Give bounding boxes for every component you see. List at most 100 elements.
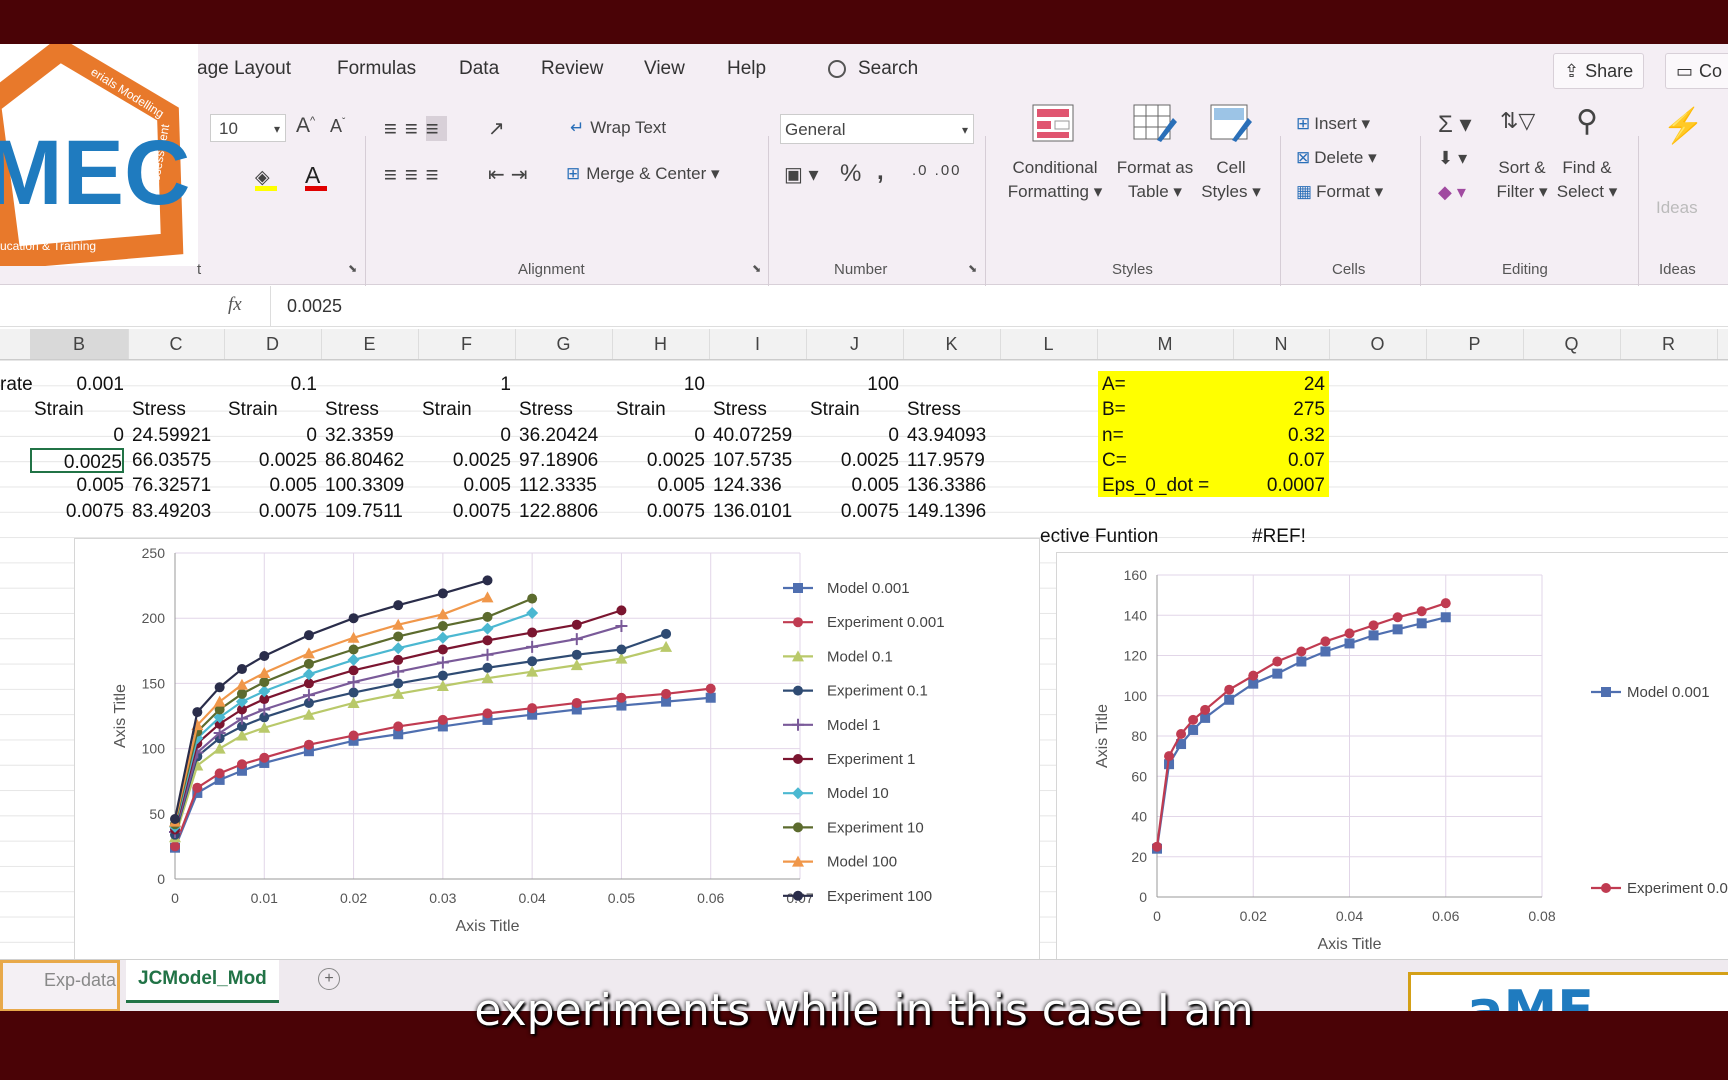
column-header-n[interactable]: N [1233,329,1330,359]
column-header-g[interactable]: G [515,329,613,359]
comments-button[interactable]: ▭ Co [1665,53,1728,89]
decimal-icons[interactable]: .0 .00 [912,162,962,179]
strain-cell[interactable]: 0.0075 [30,499,124,524]
column-heading[interactable]: Strain [228,397,325,422]
horizontal-align-icons[interactable]: ≡≡≡ [384,162,447,188]
column-heading[interactable]: Stress [325,397,422,422]
stress-cell[interactable]: 24.59921 [132,423,224,448]
fill-color-icon[interactable]: ◈ [255,166,277,191]
column-heading[interactable]: Stress [907,397,1004,422]
chart-rate-0001[interactable]: 0 20 40 60 80 100 120 140 160 0 0.02 0.04 0.06 0.08 Ax… [1056,552,1728,988]
strain-cell[interactable]: 0.0075 [806,499,899,524]
column-header-h[interactable]: H [612,329,710,359]
font-color-icon[interactable]: A [305,162,327,191]
formula-input[interactable]: 0.0025 [270,286,1728,326]
clear-icon[interactable]: ◆ ▾ [1438,182,1466,203]
stress-cell[interactable]: 76.32571 [132,473,224,498]
column-header-b[interactable]: B [30,329,129,359]
param-value[interactable]: 0.0007 [1233,473,1325,498]
dialog-launcher-icon[interactable]: ⬊ [348,262,357,275]
indent-icons[interactable]: ⇤⇥ [488,162,534,187]
column-header-p[interactable]: P [1426,329,1524,359]
strain-cell[interactable]: 0.0025 [612,448,705,473]
accounting-format-icon[interactable]: ▣ ▾ [784,162,819,187]
column-header-o[interactable]: O [1329,329,1427,359]
param-label[interactable]: Eps_0_dot = [1102,473,1232,498]
objective-value[interactable]: #REF! [1252,524,1342,549]
sort-filter-button[interactable]: Sort & Filter ▾ [1494,156,1550,204]
column-header-c[interactable]: C [128,329,225,359]
format-as-table-button[interactable]: Format as Table ▾ [1112,156,1198,204]
strain-cell[interactable]: 0 [612,423,705,448]
param-label[interactable]: n= [1102,423,1232,448]
rate-value[interactable]: 0.001 [30,372,124,397]
rate-value[interactable]: 1 [418,372,511,397]
column-header-r[interactable]: R [1620,329,1718,359]
column-heading[interactable]: Stress [713,397,810,422]
stress-cell[interactable]: 122.8806 [519,499,612,524]
strain-cell[interactable]: 0.0025 [224,448,317,473]
rate-value[interactable]: 0.1 [224,372,317,397]
strain-cell[interactable]: 0.0075 [224,499,317,524]
tab-data[interactable]: Data [459,58,499,80]
stress-cell[interactable]: 136.3386 [907,473,1000,498]
rate-value[interactable]: 100 [806,372,899,397]
search-box[interactable]: Search [828,58,918,80]
tab-help[interactable]: Help [727,58,766,80]
stress-cell[interactable]: 32.3359 [325,423,418,448]
strain-cell[interactable]: 0.0025 [418,448,511,473]
stress-cell[interactable]: 117.9579 [907,448,1000,473]
strain-cell[interactable]: 0.005 [806,473,899,498]
merge-center-button[interactable]: ⊞ Merge & Center ▾ [566,164,720,184]
column-heading[interactable]: Stress [519,397,616,422]
strain-cell[interactable]: 0 [30,423,124,448]
param-value[interactable]: 24 [1233,372,1325,397]
tab-page-layout[interactable]: age Layout [197,58,291,80]
delete-cells-button[interactable]: ⊠ Delete ▾ [1296,148,1377,168]
dialog-launcher-icon[interactable]: ⬊ [968,262,977,275]
column-heading[interactable]: Strain [34,397,132,422]
column-header-e[interactable]: E [321,329,419,359]
orientation-icon[interactable]: ↗ [488,116,505,141]
stress-cell[interactable]: 97.18906 [519,448,612,473]
stress-cell[interactable]: 86.80462 [325,448,418,473]
fill-icon[interactable]: ⬇ ▾ [1438,148,1467,169]
insert-cells-button[interactable]: ⊞ Insert ▾ [1296,114,1370,134]
stress-cell[interactable]: 109.7511 [325,499,418,524]
column-header-m[interactable]: M [1097,329,1234,359]
rate-label[interactable]: rate [0,372,33,397]
comma-style-icon[interactable]: , [877,158,884,186]
cell-styles-button[interactable]: Cell Styles ▾ [1198,156,1264,204]
column-header-d[interactable]: D [224,329,322,359]
tab-view[interactable]: View [644,58,685,80]
param-label[interactable]: B= [1102,397,1232,422]
strain-cell[interactable]: 0 [806,423,899,448]
strain-cell[interactable]: 0.0025 [806,448,899,473]
percent-style-icon[interactable]: % [840,160,861,188]
stress-cell[interactable]: 124.336 [713,473,806,498]
column-header-j[interactable]: J [806,329,904,359]
stress-cell[interactable]: 136.0101 [713,499,806,524]
objective-label[interactable]: ective Funtion [1040,524,1190,549]
column-header-k[interactable]: K [903,329,1001,359]
tab-review[interactable]: Review [541,58,603,80]
stress-cell[interactable]: 36.20424 [519,423,612,448]
column-header-l[interactable]: L [1000,329,1098,359]
column-heading[interactable]: Strain [422,397,519,422]
tab-formulas[interactable]: Formulas [337,58,416,80]
active-cell[interactable]: 0.0025 [30,447,124,473]
stress-cell[interactable]: 40.07259 [713,423,806,448]
column-header-f[interactable]: F [418,329,516,359]
strain-cell[interactable]: 0 [224,423,317,448]
rate-value[interactable]: 10 [612,372,705,397]
format-cells-button[interactable]: ▦ Format ▾ [1296,182,1383,202]
font-size-select[interactable]: 10 ▾ [210,114,286,142]
strain-cell[interactable]: 0 [418,423,511,448]
column-heading[interactable]: Stress [132,397,228,422]
strain-cell[interactable]: 0.005 [612,473,705,498]
strain-cell[interactable]: 0.005 [224,473,317,498]
stress-cell[interactable]: 83.49203 [132,499,224,524]
column-heading[interactable]: Strain [616,397,713,422]
chart-all-rates[interactable]: 0 50 100 150 200 250 0 0.01 0.02 0.03 0.04 0.05 0.06… [74,538,1040,966]
autosum-icon[interactable]: Σ ▾ [1438,110,1472,139]
